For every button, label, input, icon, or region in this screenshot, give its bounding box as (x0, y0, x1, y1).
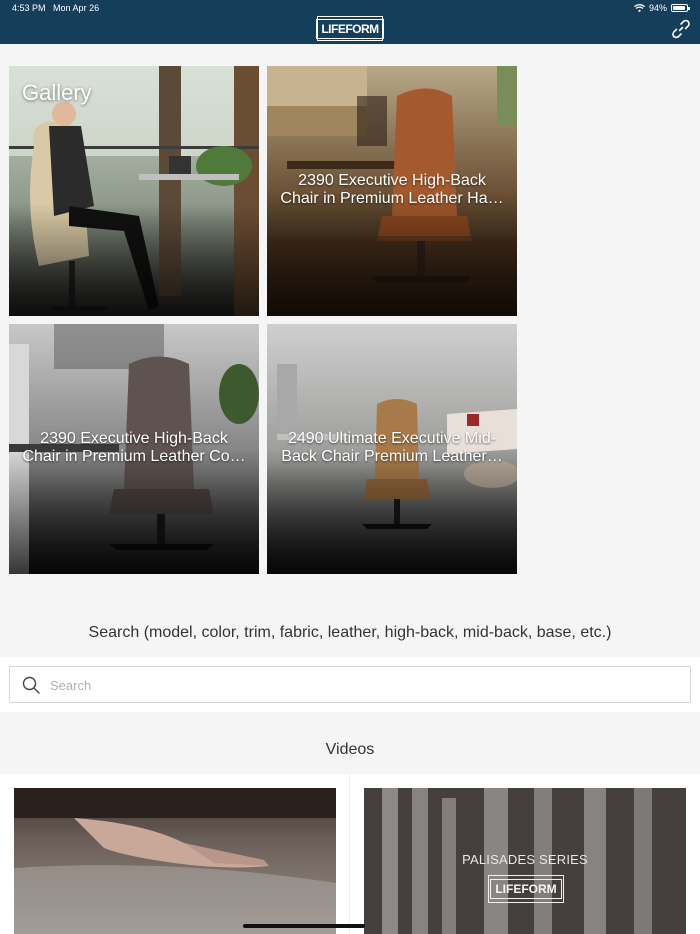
battery-percent: 94% (648, 3, 667, 13)
video-divider (349, 774, 350, 934)
wifi-icon (634, 4, 645, 12)
tile-caption: 2390 Executive High-Back Chair in Premiu… (22, 430, 246, 465)
video-series-label: PALISADES SERIES (462, 852, 588, 867)
search-section-title: Search (model, color, trim, fabric, leat… (88, 624, 612, 641)
search-icon (22, 676, 40, 694)
status-right: 94% (634, 3, 690, 13)
gallery-tile-1[interactable]: Gallery (9, 66, 259, 316)
search-input[interactable] (50, 675, 650, 695)
link-icon[interactable] (670, 18, 692, 40)
gallery-tile-2[interactable]: 2390 Executive High-Back Chair in Premiu… (267, 66, 517, 316)
gallery-label: Gallery (22, 80, 92, 105)
gallery-tile-4[interactable]: 2490 Ultimate Executive Mid-Back Chair P… (267, 324, 517, 574)
app-header: 4:53 PM Mon Apr 26 94% LIFEFORM (0, 0, 700, 44)
gallery-tile-3[interactable]: 2390 Executive High-Back Chair in Premiu… (9, 324, 259, 574)
video-logo-text: LIFEFORM (490, 879, 562, 899)
battery-icon (671, 4, 690, 12)
search-box[interactable] (9, 666, 691, 703)
video-image-hand-on-fabric (14, 788, 336, 934)
logo-text: LIFEFORM (316, 18, 384, 39)
videos-section-title: Videos (325, 741, 375, 758)
status-time: 4:53 PM Mon Apr 26 (12, 3, 100, 13)
video-lifeform-logo: LIFEFORM (488, 875, 564, 903)
tile-caption: 2490 Ultimate Executive Mid-Back Chair P… (281, 430, 503, 465)
video-thumbnail-2[interactable]: PALISADES SERIES LIFEFORM (364, 788, 686, 934)
gallery-grid: Gallery 2390 Executive High-Back Chair i… (9, 66, 517, 574)
video-thumbnail-1[interactable] (14, 788, 336, 934)
home-indicator (243, 924, 365, 928)
lifeform-logo: LIFEFORM (316, 16, 384, 41)
tile-caption: 2390 Executive High-Back Chair in Premiu… (280, 172, 504, 207)
